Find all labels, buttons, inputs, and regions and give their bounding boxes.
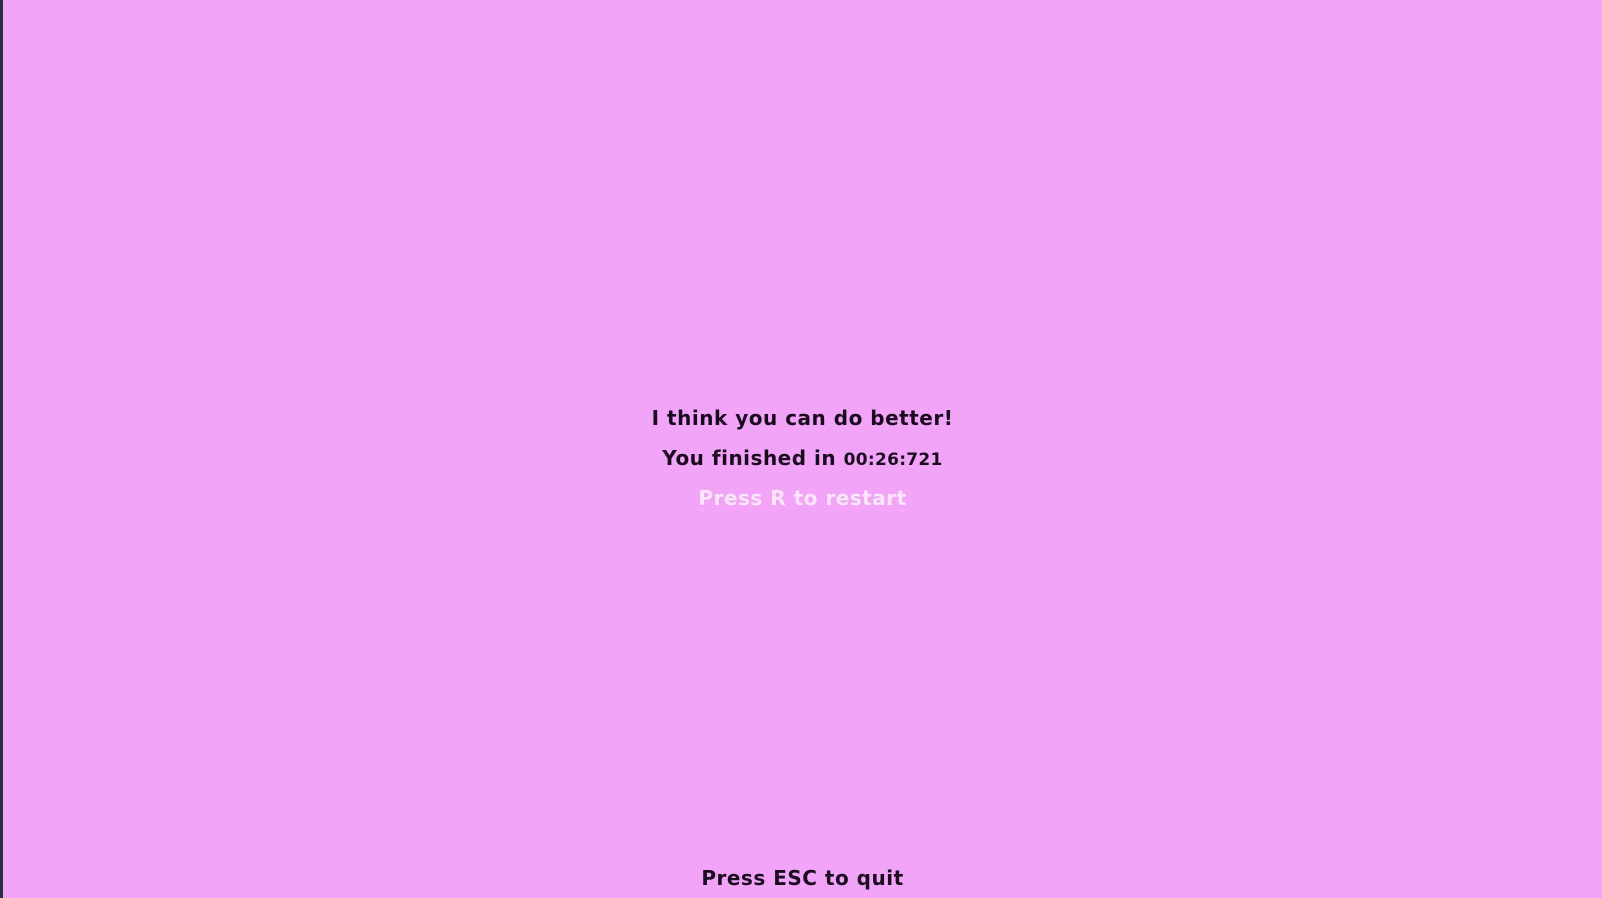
finish-time-prefix: You finished in bbox=[662, 446, 837, 470]
end-screen: I think you can do better! You finished … bbox=[3, 0, 1602, 898]
finish-time-line: You finished in 00:26:721 bbox=[3, 446, 1602, 470]
result-headline: I think you can do better! bbox=[651, 406, 954, 430]
finish-time-value: 00:26:721 bbox=[843, 450, 943, 470]
restart-prompt[interactable]: Press R to restart bbox=[3, 486, 1602, 510]
game-window: I think you can do better! You finished … bbox=[0, 0, 1602, 898]
quit-prompt[interactable]: Press ESC to quit bbox=[3, 866, 1602, 890]
